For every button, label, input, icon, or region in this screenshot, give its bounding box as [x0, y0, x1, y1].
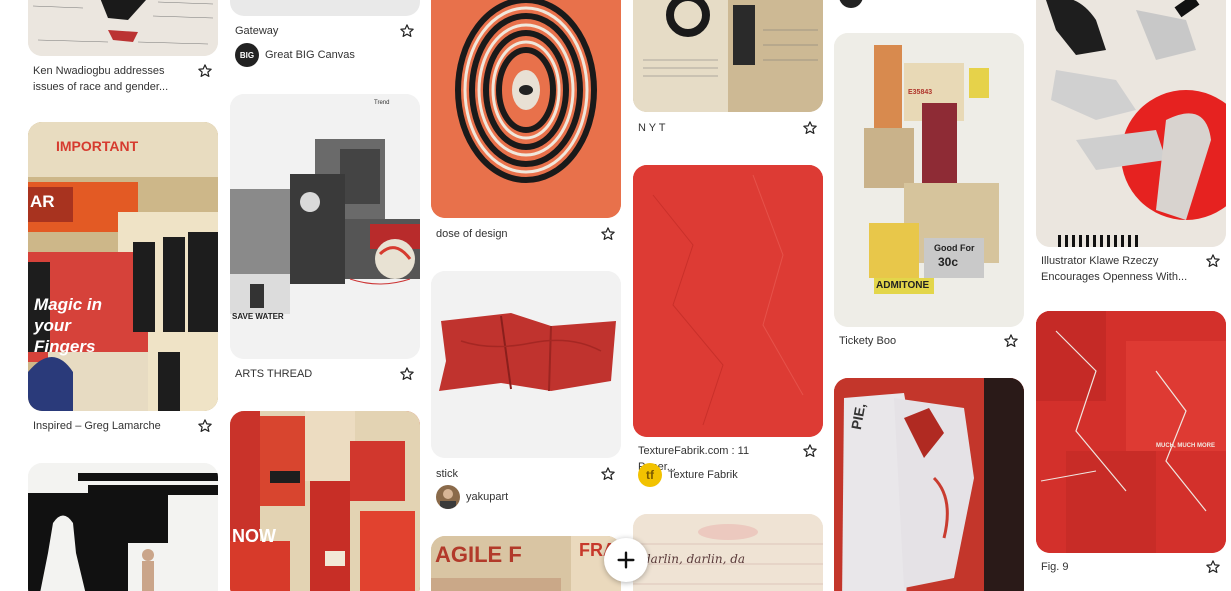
- pin-image[interactable]: NOW: [230, 411, 420, 591]
- star-icon[interactable]: [1002, 332, 1020, 350]
- pin-image[interactable]: [28, 463, 218, 591]
- paper-texture-image: [633, 165, 823, 437]
- pin-source[interactable]: BIG Great BIG Canvas: [235, 43, 355, 67]
- star-icon[interactable]: [398, 22, 416, 40]
- pin-title: dose of design: [436, 228, 508, 240]
- tape-image: [431, 271, 621, 458]
- pin-source[interactable]: tf Texture Fabrik: [638, 463, 738, 487]
- star-icon[interactable]: [801, 442, 819, 460]
- pin-title: Illustrator Klawe Rzeczy Encourages Open…: [1041, 255, 1188, 283]
- image-text-admit: ADMITONE: [876, 280, 930, 291]
- pin-title: Tickety Boo: [839, 335, 897, 347]
- avatar: tf: [638, 463, 662, 487]
- pin-image[interactable]: E35843 Good For 30c ADMITONE: [834, 33, 1024, 327]
- star-icon[interactable]: [1204, 558, 1222, 576]
- pin-title: ARTS THREAD: [235, 368, 313, 380]
- pin-image[interactable]: [1036, 0, 1226, 247]
- image-text-good-for: Good For: [934, 243, 975, 253]
- pin-title: stick: [436, 468, 458, 480]
- pin-image[interactable]: darlin, darlin, da: [633, 514, 823, 591]
- image-text-price: 30c: [938, 255, 959, 269]
- image-text-now: NOW: [232, 526, 276, 546]
- avatar: BIG: [235, 43, 259, 67]
- pin-title: N Y T: [638, 122, 666, 134]
- pin-title: Gateway: [235, 25, 279, 37]
- avatar: [839, 0, 863, 8]
- pin-title: Inspired – Greg Lamarche: [33, 420, 161, 432]
- pin-image[interactable]: [633, 0, 823, 112]
- image-text-ticket-no: E35843: [908, 89, 933, 96]
- image-text-ar: AR: [30, 192, 55, 211]
- star-icon[interactable]: [196, 62, 214, 80]
- source-name: Great BIG Canvas: [265, 49, 355, 61]
- collage-image: [28, 0, 218, 56]
- pin-image[interactable]: [431, 0, 621, 218]
- collage-image: [431, 0, 621, 218]
- pin-image[interactable]: MUCH, MUCH MORE: [1036, 311, 1226, 553]
- image-text-important: IMPORTANT: [56, 138, 139, 154]
- star-icon[interactable]: [398, 365, 416, 383]
- image-text-darlin: darlin, darlin, da: [643, 552, 746, 566]
- image-text-much: MUCH, MUCH MORE: [1156, 443, 1215, 449]
- pin-title: Fig. 9: [1041, 561, 1069, 573]
- pin-image[interactable]: [633, 165, 823, 437]
- collage-image: [28, 122, 218, 411]
- pin-image[interactable]: [431, 271, 621, 458]
- pin-title: Ken Nwadiogbu addresses issues of race a…: [33, 65, 169, 93]
- avatar: [436, 485, 460, 509]
- red-paper-image: [1036, 311, 1226, 553]
- pin-image[interactable]: PIE,: [834, 378, 1024, 591]
- collage-image: [28, 463, 218, 591]
- hands-collage-image: [1036, 0, 1226, 247]
- source-name: yakupart: [466, 491, 509, 503]
- star-icon[interactable]: [196, 417, 214, 435]
- star-icon[interactable]: [599, 225, 617, 243]
- image-text-agile: AGILE F: [435, 542, 522, 567]
- source-name: Texture Fabrik: [668, 469, 738, 481]
- pin-image[interactable]: Trend SAVE WATER: [230, 94, 420, 359]
- pin-image[interactable]: IMPORTANT AR Magic in your Fingers: [28, 122, 218, 411]
- pin-source[interactable]: yakupart: [436, 485, 508, 509]
- image-text-save-water: SAVE WATER: [232, 312, 284, 321]
- pin-image[interactable]: [28, 0, 218, 56]
- star-icon[interactable]: [801, 119, 819, 137]
- add-pin-button[interactable]: [604, 538, 648, 582]
- plus-icon: [617, 551, 635, 569]
- pin-image[interactable]: AGILE F FRA: [431, 536, 621, 591]
- collage-image: [633, 0, 823, 112]
- star-icon[interactable]: [599, 465, 617, 483]
- pin-image[interactable]: [230, 0, 420, 16]
- star-icon[interactable]: [1204, 252, 1222, 270]
- image-text-magic: Magic in your Fingers: [34, 295, 103, 356]
- collage-image: [230, 411, 420, 591]
- image-text-trend: Trend: [374, 100, 390, 106]
